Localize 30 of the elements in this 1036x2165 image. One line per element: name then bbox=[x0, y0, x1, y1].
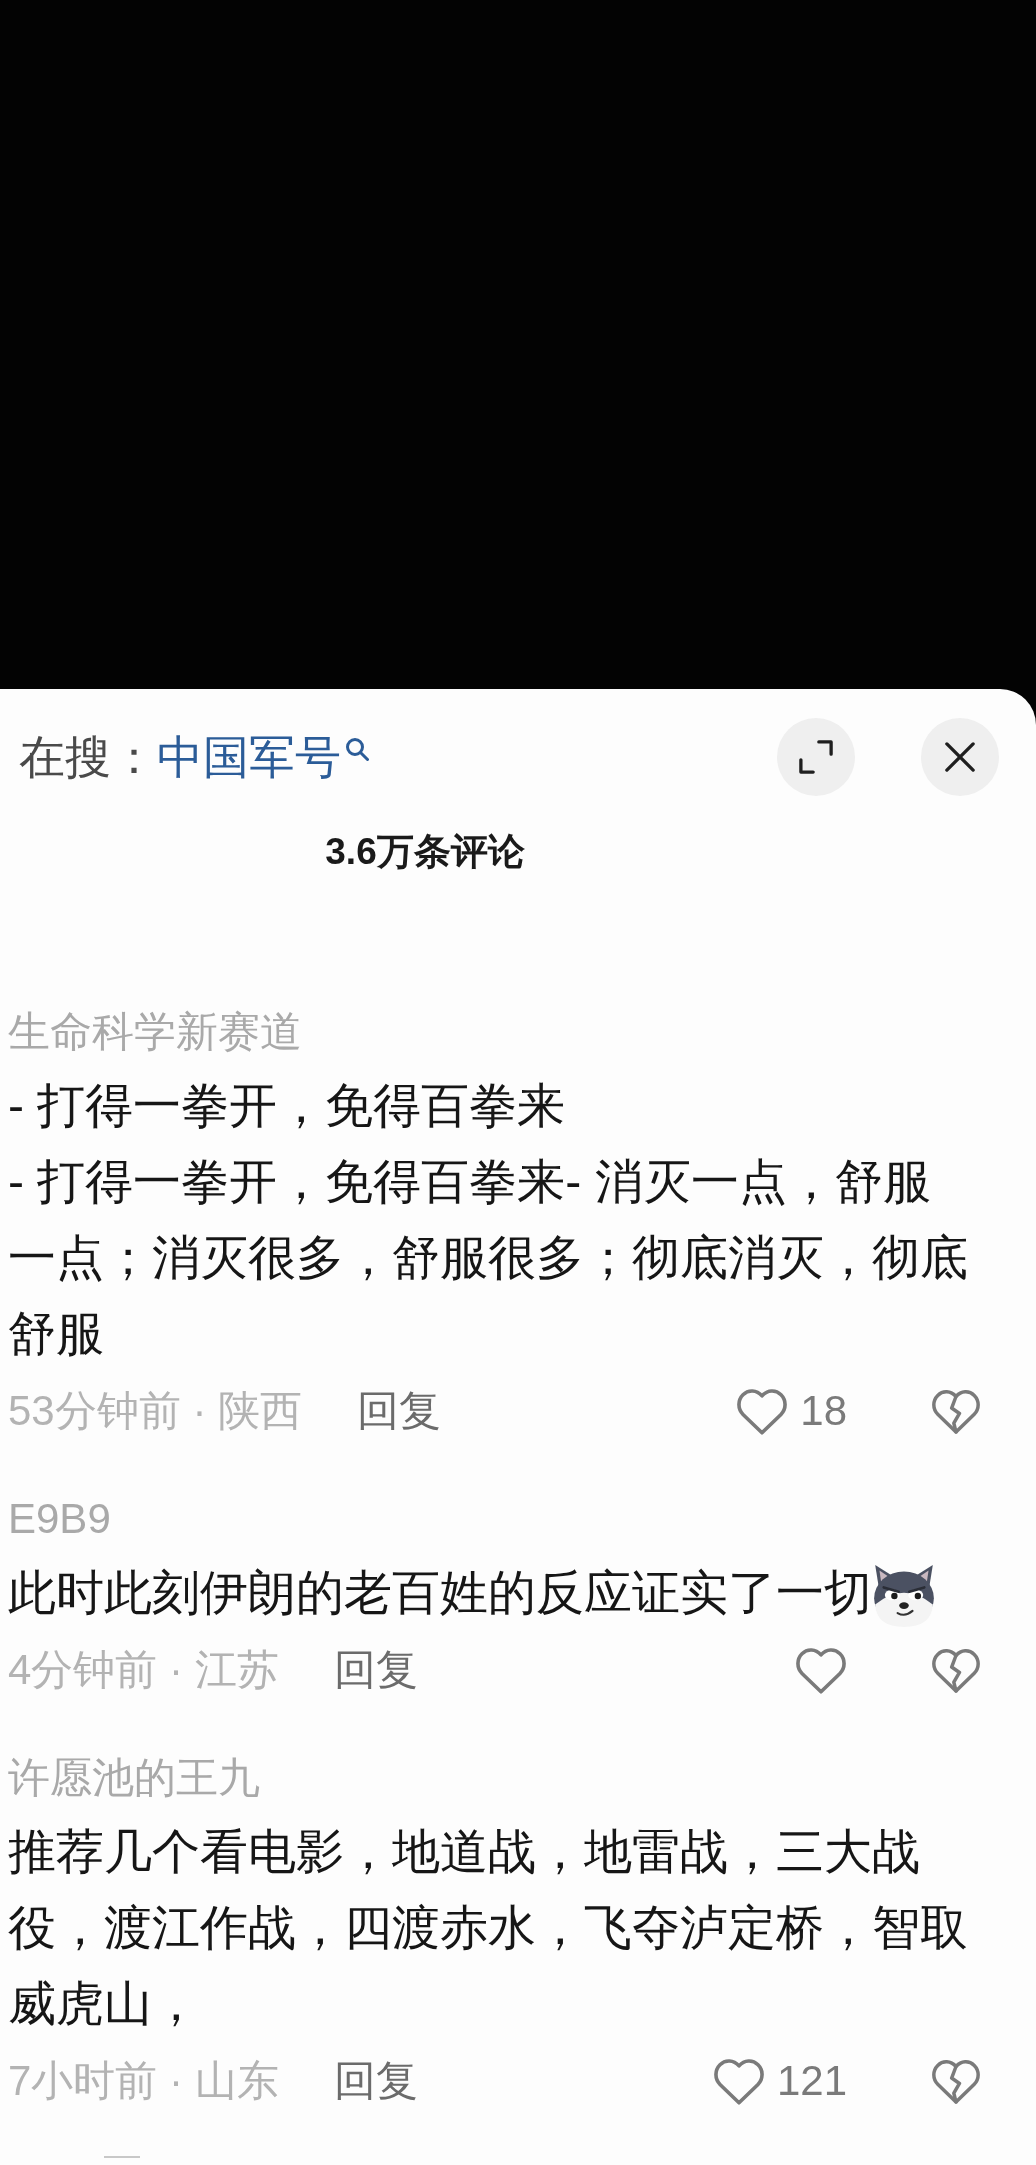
comment-text: 推荐几个看电影，地道战，地雷战，三大战役，渡江作战，四渡赤水，飞夺泸定桥，智取威虎山， bbox=[8, 1825, 968, 2030]
like-button[interactable]: 121 bbox=[712, 2055, 847, 2107]
reply-button[interactable]: 回复 bbox=[333, 2055, 418, 2107]
trending-search-link[interactable]: 中国军号 bbox=[157, 729, 369, 785]
search-icon bbox=[345, 737, 369, 761]
dislike-button[interactable] bbox=[931, 1647, 981, 1693]
comment-count-title: 3.6万条评论 bbox=[325, 830, 525, 874]
username: 生命科学新赛道 bbox=[8, 1007, 302, 1057]
heart-icon bbox=[712, 2057, 765, 2105]
comment-meta: 53分钟前 · 陕西 bbox=[8, 1386, 303, 1436]
search-label: 在搜： bbox=[18, 730, 157, 785]
comment-meta: 7小时前 · 山东 bbox=[8, 2056, 279, 2106]
reply-button[interactable]: 回复 bbox=[333, 1644, 418, 1696]
dislike-button[interactable] bbox=[931, 2058, 981, 2104]
username: E9B9 bbox=[8, 1494, 111, 1544]
close-icon bbox=[945, 742, 975, 772]
like-button[interactable]: 18 bbox=[736, 1385, 847, 1437]
broken-heart-icon bbox=[931, 1388, 981, 1434]
heart-icon bbox=[795, 1646, 847, 1694]
comment-meta: 4分钟前 · 江苏 bbox=[8, 1645, 279, 1695]
heart-icon bbox=[736, 1387, 789, 1435]
expand-icon bbox=[799, 740, 833, 774]
username: 许愿池的王九 bbox=[8, 1753, 260, 1803]
like-button[interactable] bbox=[795, 1646, 847, 1694]
comment-text: 此时此刻伊朗的老百姓的反应证实了一切 bbox=[8, 1566, 872, 1619]
broken-heart-icon bbox=[931, 1647, 981, 1693]
comment-text: - 打得一拳开，免得百拳来 - 打得一拳开，免得百拳来- 消灭一点，舒服一点；消灭很多，舒服很多；彻底消灭，彻底舒服 bbox=[8, 1079, 968, 1360]
broken-heart-icon bbox=[931, 2058, 981, 2104]
reply-button[interactable]: 回复 bbox=[357, 1385, 442, 1437]
dislike-button[interactable] bbox=[931, 1388, 981, 1434]
